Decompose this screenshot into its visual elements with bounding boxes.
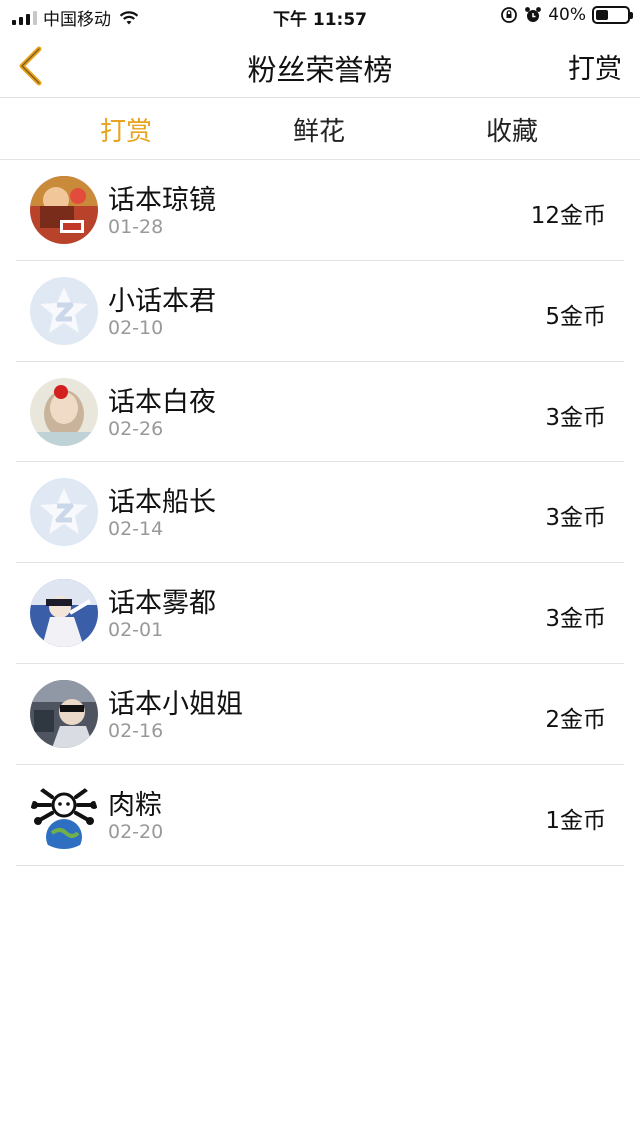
fan-name: 话本船长 [108, 487, 216, 519]
reward-date: 01-28 [108, 216, 164, 238]
fan-name: 小话本君 [108, 285, 216, 317]
list-item[interactable]: 话本雾都 02-01 3金币 [16, 563, 624, 664]
reward-date: 02-16 [108, 719, 164, 742]
reward-amount: 3金币 [545, 404, 606, 431]
fan-name: 话本雾都 [108, 588, 216, 620]
avatar [30, 377, 98, 446]
tab-reward[interactable]: 打赏 [66, 111, 186, 148]
status-right: 40% [500, 5, 633, 25]
nav-bar: 粉丝荣誉榜 打赏 [0, 34, 640, 98]
reward-date: 02-20 [108, 820, 164, 843]
tab-bar: 打赏 鲜花 收藏 [0, 99, 640, 160]
reward-date: 02-14 [108, 518, 164, 541]
list-item[interactable]: 话本船长 02-14 3金币 [16, 462, 624, 564]
battery-percent: 40% [548, 5, 586, 25]
reward-action-button[interactable]: 打赏 [568, 47, 622, 86]
avatar [30, 176, 98, 244]
fan-name: 话本白夜 [108, 386, 216, 418]
list-item[interactable]: 话本白夜 02-26 3金币 [16, 362, 624, 463]
fan-leaderboard-list: 话本琼镜 01-28 12金币 小话本君 02-10 5金币 话本白夜 02-2… [16, 160, 624, 866]
reward-amount: 3金币 [545, 606, 606, 633]
reward-amount: 5金币 [545, 303, 606, 330]
list-item[interactable]: 肉粽 02-20 1金币 [16, 765, 624, 866]
fan-name: 话本小姐姐 [108, 688, 243, 720]
avatar [30, 276, 98, 345]
fan-name: 话本琼镜 [108, 185, 216, 216]
battery-fill [596, 10, 608, 20]
battery-icon [592, 6, 633, 24]
reward-amount: 3金币 [545, 505, 606, 532]
reward-date: 02-01 [108, 619, 164, 642]
list-item[interactable]: 话本小姐姐 02-16 2金币 [16, 664, 624, 765]
fan-name: 肉粽 [108, 789, 162, 821]
reward-date: 02-10 [108, 316, 164, 339]
avatar [30, 679, 98, 748]
alarm-icon [525, 7, 542, 22]
reward-amount: 2金币 [545, 706, 606, 733]
list-item[interactable]: 小话本君 02-10 5金币 [16, 261, 624, 362]
reward-amount: 12金币 [530, 203, 606, 229]
avatar [30, 478, 98, 547]
list-item[interactable]: 话本琼镜 01-28 12金币 [16, 160, 624, 261]
reward-date: 02-26 [108, 417, 164, 440]
avatar [30, 780, 98, 849]
reward-amount: 1金币 [545, 807, 606, 834]
tab-favorites[interactable]: 收藏 [452, 111, 572, 148]
avatar [30, 579, 98, 648]
tab-flowers[interactable]: 鲜花 [259, 111, 379, 148]
rotation-lock-icon [501, 7, 518, 23]
page-title: 粉丝荣誉榜 [247, 53, 393, 87]
status-bar: 中国移动 下午 11:57 40% [0, 0, 640, 34]
